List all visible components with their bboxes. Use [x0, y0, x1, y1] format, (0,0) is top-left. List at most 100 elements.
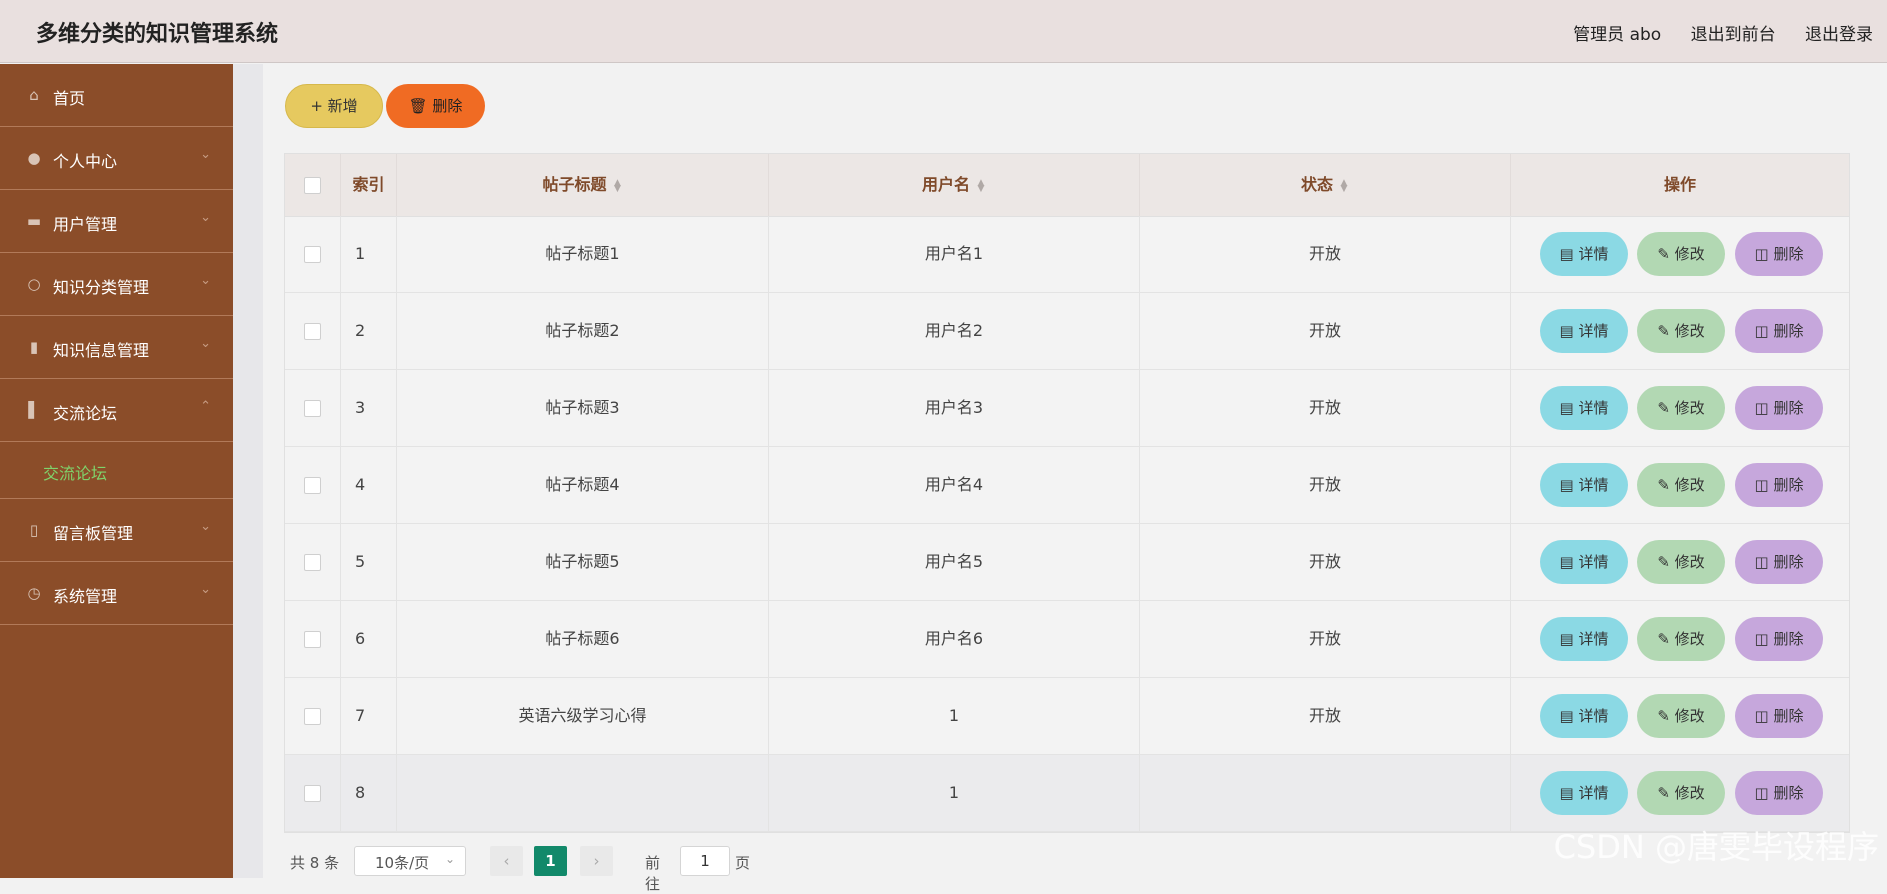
row-status: 开放 [1140, 216, 1511, 292]
detail-button[interactable]: ▤ 详情 [1540, 617, 1628, 661]
page-size-select[interactable]: 10条/页 ⌄ [354, 846, 466, 876]
row-delete-button[interactable]: ◫ 删除 [1735, 463, 1823, 507]
header-select-all [285, 154, 341, 216]
add-button-label: 新增 [327, 97, 358, 115]
sidebar-item-knowledge-category[interactable]: ○ 知识分类管理 ⌄ [0, 253, 233, 316]
row-delete-button[interactable]: ◫ 删除 [1735, 540, 1823, 584]
row-delete-button[interactable]: ◫ 删除 [1735, 309, 1823, 353]
row-checkbox[interactable] [304, 477, 321, 494]
sidebar-item-message-board[interactable]: ▯ 留言板管理 ⌄ [0, 499, 233, 562]
batch-delete-button[interactable]: 🗑 删除 [386, 84, 485, 128]
sidebar-item-label: 用户管理 [53, 215, 118, 234]
edit-button[interactable]: ✎ 修改 [1637, 540, 1725, 584]
page-size-value: 10条/页 [375, 854, 430, 872]
row-checkbox[interactable] [304, 246, 321, 263]
row-checkbox[interactable] [304, 785, 321, 802]
row-status: 开放 [1140, 601, 1511, 677]
detail-button[interactable]: ▤ 详情 [1540, 463, 1628, 507]
sort-icon[interactable]: ▲ ▼ [1339, 178, 1349, 193]
header-username[interactable]: 用户名 ▲ ▼ [769, 154, 1140, 216]
sidebar-item-user-management[interactable]: ▬ 用户管理 ⌄ [0, 190, 233, 253]
row-checkbox[interactable] [304, 631, 321, 648]
row-status [1140, 755, 1511, 831]
detail-button[interactable]: ▤ 详情 [1540, 232, 1628, 276]
row-select-cell [285, 524, 341, 600]
admin-user-label: 管理员 abo [1573, 25, 1662, 45]
edit-button[interactable]: ✎ 修改 [1637, 771, 1725, 815]
logout-link[interactable]: 退出登录 [1805, 25, 1873, 45]
row-delete-button[interactable]: ◫ 删除 [1735, 386, 1823, 430]
row-username: 用户名2 [769, 293, 1140, 369]
chevron-down-icon: ⌄ [444, 852, 455, 866]
sort-icon[interactable]: ▲ ▼ [976, 178, 986, 193]
edit-button[interactable]: ✎ 修改 [1637, 386, 1725, 430]
edit-icon: ✎ [1657, 245, 1675, 263]
row-delete-button[interactable]: ◫ 删除 [1735, 617, 1823, 661]
row-delete-button[interactable]: ◫ 删除 [1735, 232, 1823, 276]
sidebar: ⌂ 首页 ● 个人中心 ⌄ ▬ 用户管理 ⌄ ○ 知识分类管理 ⌄ ▮ 知识信息… [0, 64, 233, 878]
detail-button[interactable]: ▤ 详情 [1540, 540, 1628, 584]
select-all-checkbox[interactable] [304, 177, 321, 194]
row-delete-button[interactable]: ◫ 删除 [1735, 694, 1823, 738]
table-row: 3 帖子标题3 用户名3 开放 ▤ 详情 ✎ 修改 ◫ 删除 [285, 370, 1849, 447]
sidebar-item-system[interactable]: ◷ 系统管理 ⌄ [0, 562, 233, 625]
row-title [397, 755, 769, 831]
sidebar-item-personal-center[interactable]: ● 个人中心 ⌄ [0, 127, 233, 190]
sidebar-item-knowledge-info[interactable]: ▮ 知识信息管理 ⌄ [0, 316, 233, 379]
detail-button[interactable]: ▤ 详情 [1540, 694, 1628, 738]
page-number-button[interactable]: 1 [534, 846, 567, 876]
edit-button-label: 修改 [1674, 784, 1705, 802]
goto-page-input[interactable]: 1 [680, 846, 730, 876]
edit-button-label: 修改 [1674, 630, 1705, 648]
edit-button[interactable]: ✎ 修改 [1637, 463, 1725, 507]
row-status: 开放 [1140, 370, 1511, 446]
compass-icon: ○ [27, 275, 41, 293]
row-checkbox[interactable] [304, 400, 321, 417]
row-select-cell [285, 293, 341, 369]
sidebar-item-label: 个人中心 [53, 152, 118, 171]
document-icon: ▤ [1559, 707, 1579, 725]
trash-icon: ◫ [1754, 399, 1774, 417]
row-delete-button-label: 删除 [1773, 322, 1804, 340]
row-delete-button-label: 删除 [1773, 245, 1804, 263]
edit-button[interactable]: ✎ 修改 [1637, 309, 1725, 353]
sidebar-item-label: 首页 [53, 89, 86, 108]
edit-icon: ✎ [1657, 630, 1675, 648]
sidebar-item-label: 交流论坛 [53, 404, 118, 423]
back-to-frontend-link[interactable]: 退出到前台 [1691, 25, 1776, 45]
sort-icon[interactable]: ▲ ▼ [613, 178, 623, 193]
row-checkbox[interactable] [304, 323, 321, 340]
bar-chart-icon: ▌ [28, 401, 40, 419]
detail-button-label: 详情 [1578, 399, 1609, 417]
chevron-up-icon: ⌃ [200, 399, 211, 414]
detail-button[interactable]: ▤ 详情 [1540, 386, 1628, 430]
edit-button[interactable]: ✎ 修改 [1637, 694, 1725, 738]
add-button[interactable]: + 新增 [285, 84, 383, 128]
edit-button[interactable]: ✎ 修改 [1637, 232, 1725, 276]
detail-button[interactable]: ▤ 详情 [1540, 771, 1628, 815]
row-select-cell [285, 216, 341, 292]
trash-icon: ◫ [1754, 784, 1774, 802]
detail-button-label: 详情 [1578, 322, 1609, 340]
detail-button-label: 详情 [1578, 707, 1609, 725]
header-title-label: 帖子标题 [542, 175, 607, 194]
row-index: 6 [341, 601, 397, 677]
detail-button[interactable]: ▤ 详情 [1540, 309, 1628, 353]
edit-icon: ✎ [1657, 322, 1675, 340]
sidebar-item-forum[interactable]: ▌ 交流论坛 ⌃ [0, 379, 233, 442]
header-title[interactable]: 帖子标题 ▲ ▼ [397, 154, 769, 216]
row-index: 5 [341, 524, 397, 600]
sidebar-item-home[interactable]: ⌂ 首页 [0, 64, 233, 127]
row-checkbox[interactable] [304, 708, 321, 725]
sidebar-subitem-forum[interactable]: 交流论坛 [0, 442, 233, 499]
header-status[interactable]: 状态 ▲ ▼ [1140, 154, 1511, 216]
row-checkbox[interactable] [304, 554, 321, 571]
next-page-button[interactable]: › [580, 846, 613, 876]
edit-button[interactable]: ✎ 修改 [1637, 617, 1725, 661]
table-row: 4 帖子标题4 用户名4 开放 ▤ 详情 ✎ 修改 ◫ 删除 [285, 447, 1849, 524]
row-delete-button-label: 删除 [1773, 707, 1804, 725]
row-delete-button[interactable]: ◫ 删除 [1735, 771, 1823, 815]
header-username-label: 用户名 [921, 175, 970, 194]
row-title: 英语六级学习心得 [397, 678, 769, 754]
prev-page-button[interactable]: ‹ [490, 846, 523, 876]
